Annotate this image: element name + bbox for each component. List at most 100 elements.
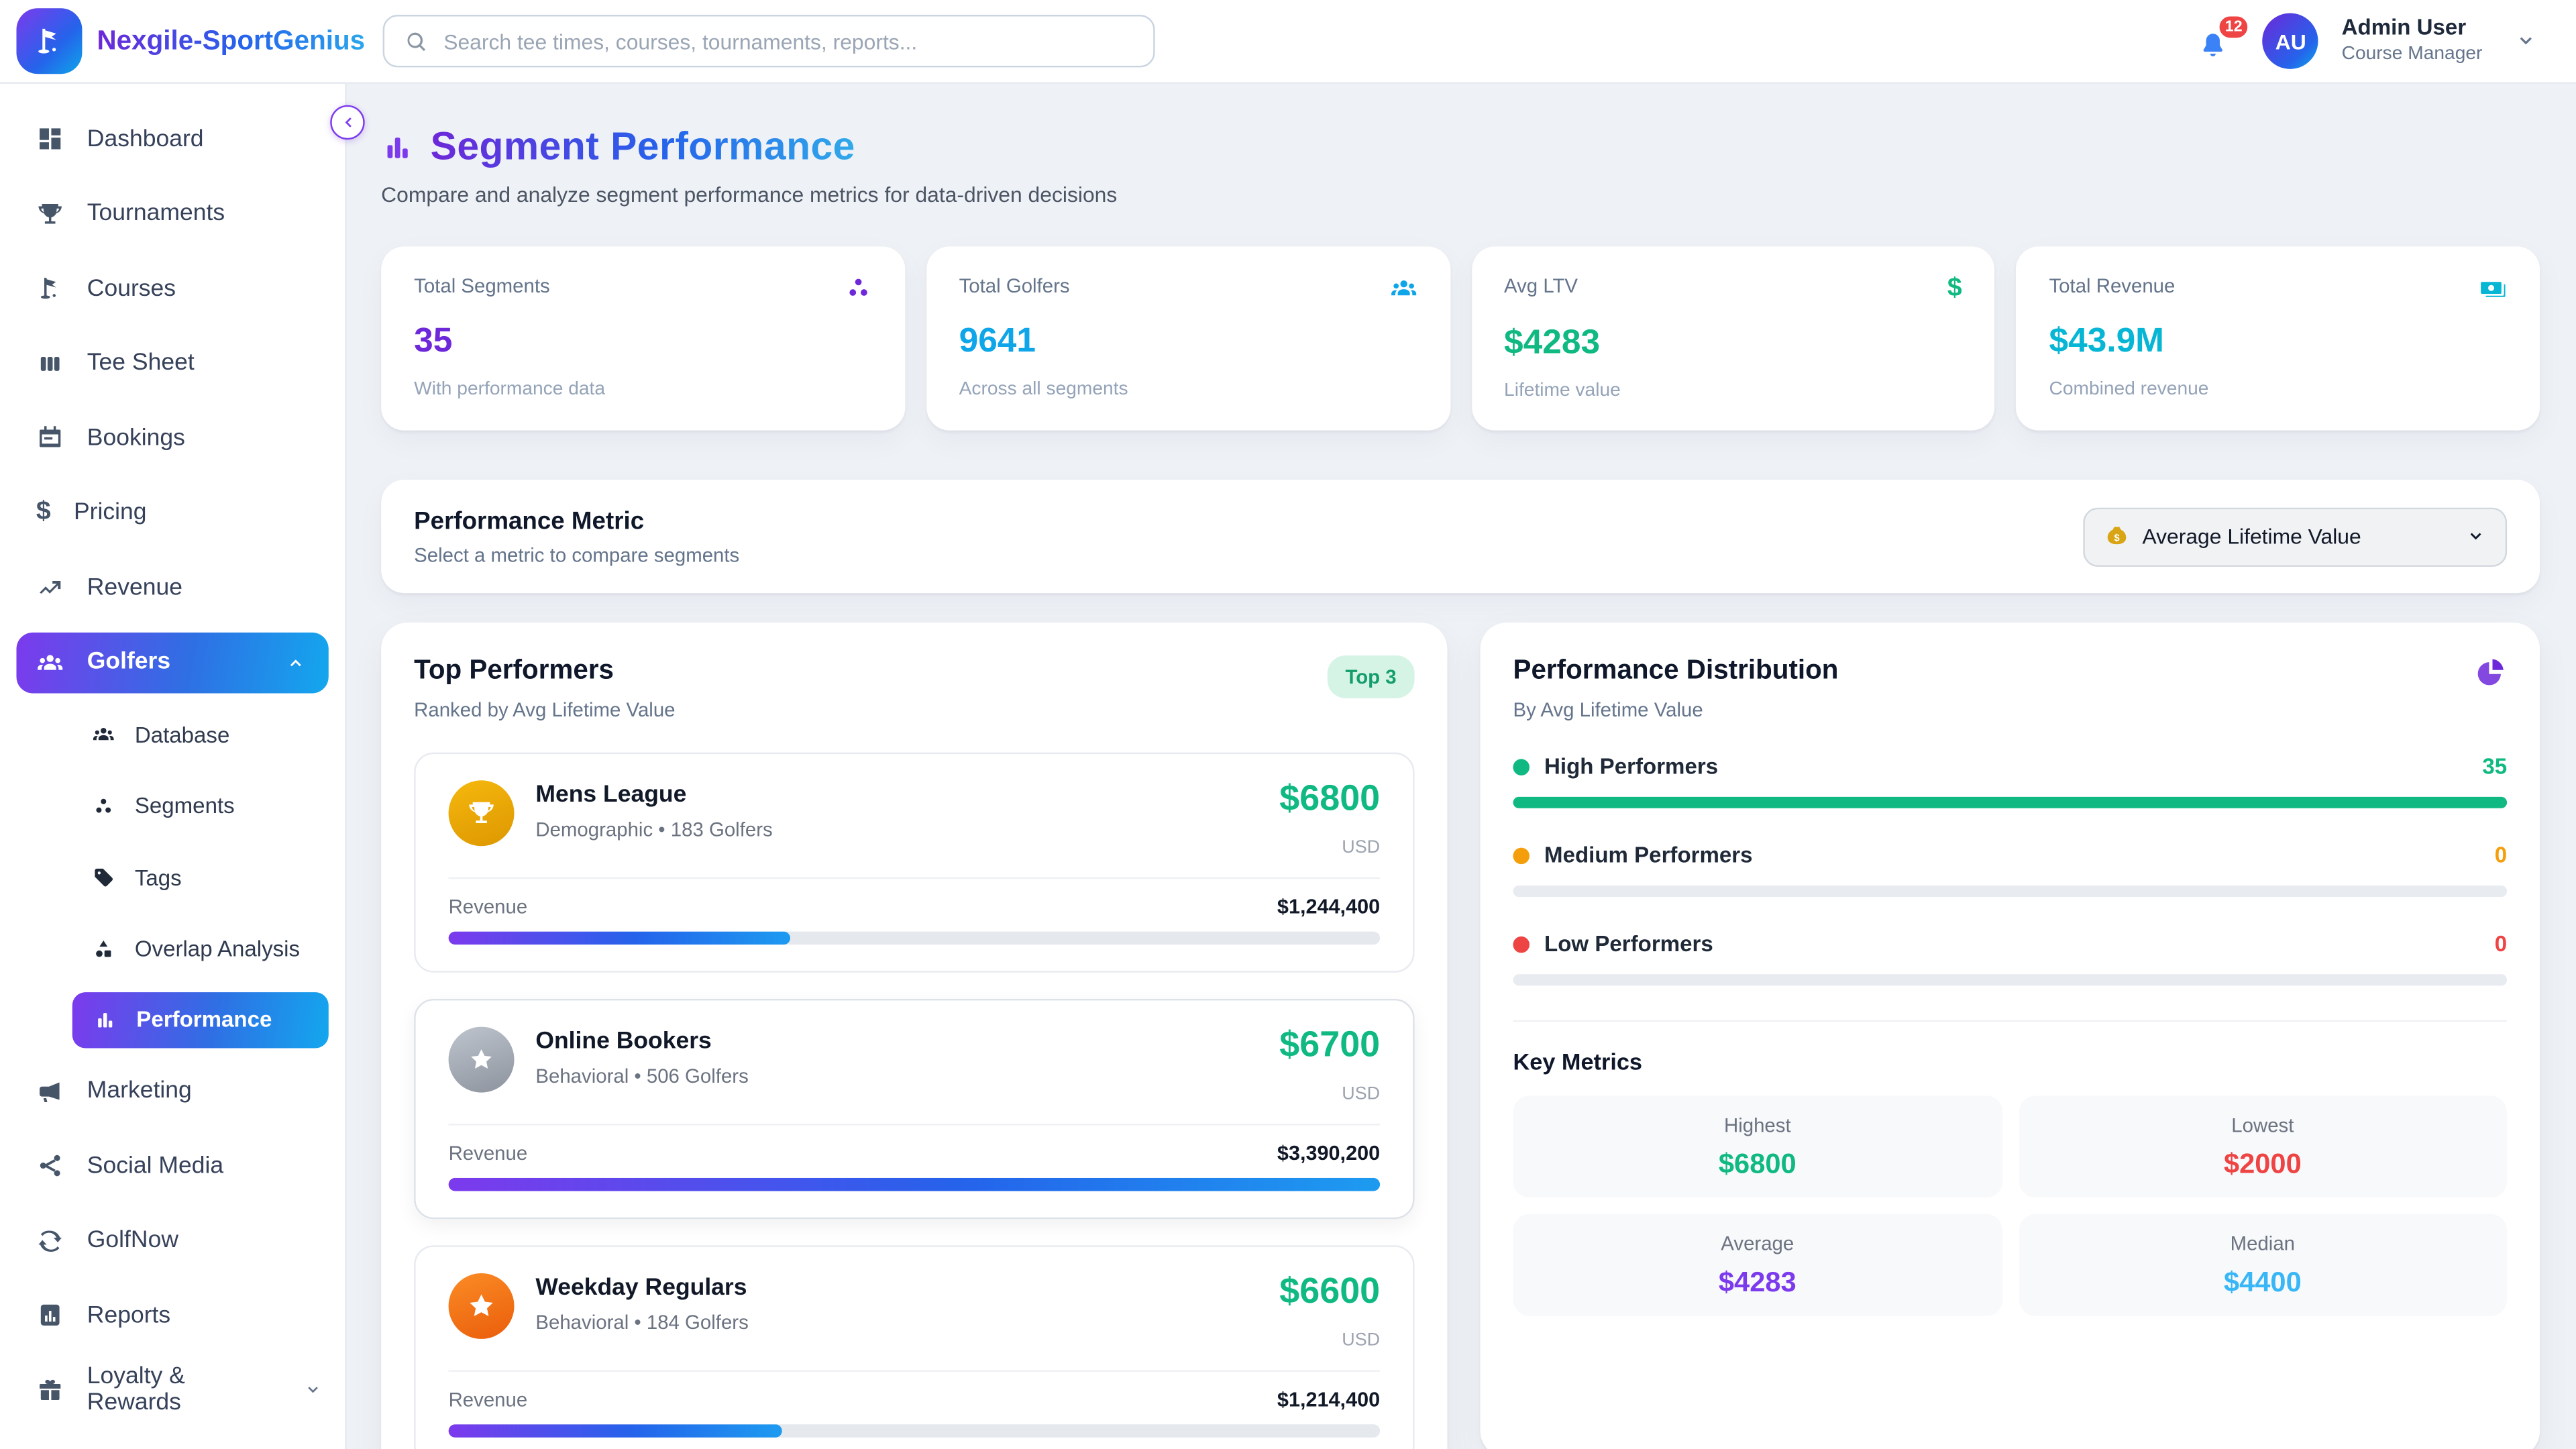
key-metric-value: $4400: [2224, 1266, 2302, 1299]
sidebar-subitem-performance[interactable]: Performance: [72, 991, 329, 1047]
sidebar-subitem-tags[interactable]: Tags: [0, 842, 345, 914]
revenue-progress-fill: [449, 932, 791, 945]
sidebar-item-label: Tee Sheet: [87, 350, 195, 376]
bar-chart-icon: [94, 1008, 117, 1030]
sidebar-item-marketing[interactable]: Marketing: [0, 1054, 345, 1128]
page-subtitle: Compare and analyze segment performance …: [381, 182, 2540, 207]
stat-card-avg-ltv: Avg LTV $ $4283 Lifetime value: [1471, 246, 1995, 430]
gold-trophy-medal-icon: [449, 780, 515, 846]
performer-meta: Behavioral • 506 Golfers: [535, 1065, 748, 1087]
sidebar-item-loyalty-rewards[interactable]: Loyalty & Rewards: [0, 1353, 345, 1428]
top3-badge: Top 3: [1328, 655, 1415, 698]
sidebar: Dashboard Tournaments Courses Tee Sheet …: [0, 84, 347, 1449]
search-input[interactable]: [443, 29, 1134, 54]
distribution-label: Medium Performers: [1544, 843, 1753, 867]
sidebar-item-reports[interactable]: Reports: [0, 1278, 345, 1352]
sidebar-item-tee-sheet[interactable]: Tee Sheet: [0, 326, 345, 400]
key-metric-value: $4283: [1719, 1266, 1796, 1299]
sidebar-subitem-label: Tags: [135, 865, 182, 890]
users-icon: [1389, 274, 1417, 303]
stat-label: Total Revenue: [2049, 274, 2175, 297]
key-metric-median: Median $4400: [2019, 1214, 2508, 1316]
key-metric-label: Highest: [1724, 1113, 1791, 1136]
stat-label: Avg LTV: [1504, 274, 1578, 297]
distribution-row-high: High Performers 35: [1513, 754, 2508, 808]
stat-card-total-segments: Total Segments 35 With performance data: [381, 246, 905, 430]
revenue-label: Revenue: [449, 1142, 528, 1165]
avatar[interactable]: AU: [2263, 13, 2318, 69]
distribution-fill: [1513, 797, 2508, 808]
share-icon: [36, 1152, 64, 1180]
distribution-value: 0: [2495, 932, 2507, 957]
sidebar-item-label: Bookings: [87, 425, 185, 451]
performer-card-online-bookers[interactable]: Online Bookers Behavioral • 506 Golfers …: [414, 999, 1414, 1219]
performer-card-weekday-regulars[interactable]: Weekday Regulars Behavioral • 184 Golfer…: [414, 1245, 1414, 1449]
performer-name: Mens League: [535, 782, 772, 808]
pie-chart-icon: [2474, 655, 2507, 688]
sidebar-item-dashboard[interactable]: Dashboard: [0, 102, 345, 176]
page-title: Segment Performance: [431, 125, 855, 171]
notifications-button[interactable]: 12: [2197, 16, 2240, 65]
sidebar-subitem-segments[interactable]: Segments: [0, 771, 345, 843]
performer-currency: USD: [1279, 1331, 1380, 1350]
sidebar-item-courses[interactable]: Courses: [0, 252, 345, 326]
cash-icon: [2479, 274, 2508, 303]
chevron-up-icon: [286, 652, 305, 672]
sidebar-item-label: Dashboard: [87, 126, 204, 152]
stat-value: $4283: [1504, 323, 1962, 363]
svg-text:$: $: [2114, 533, 2119, 543]
dollar-icon: $: [36, 498, 51, 528]
sidebar-item-social-media[interactable]: Social Media: [0, 1128, 345, 1203]
sidebar-item-revenue[interactable]: Revenue: [0, 550, 345, 625]
sidebar-item-label: Pricing: [74, 500, 147, 526]
stat-value: $43.9M: [2049, 322, 2507, 362]
sidebar-item-golfers[interactable]: Golfers: [16, 632, 328, 693]
metric-select[interactable]: $ Average Lifetime Value: [2083, 507, 2507, 566]
stat-cards-row: Total Segments 35 With performance data …: [381, 246, 2540, 430]
stat-sub: Combined revenue: [2049, 380, 2507, 399]
distribution-value: 0: [2495, 843, 2507, 867]
stat-sub: With performance data: [414, 380, 872, 399]
calendar-icon: [36, 424, 64, 452]
sidebar-subitem-label: Overlap Analysis: [135, 937, 300, 962]
stat-value: 35: [414, 322, 872, 362]
performance-distribution-panel: Performance Distribution By Avg Lifetime…: [1481, 623, 2540, 1449]
brand-block[interactable]: Nexgile-SportGenius: [0, 8, 347, 74]
sidebar-item-tournaments[interactable]: Tournaments: [0, 176, 345, 251]
sidebar-subitem-overlap-analysis[interactable]: Overlap Analysis: [0, 914, 345, 985]
performer-card-mens-league[interactable]: Mens League Demographic • 183 Golfers $6…: [414, 753, 1414, 973]
performer-value: $6600: [1279, 1270, 1380, 1313]
notification-count-badge: 12: [2217, 13, 2251, 42]
metric-selected-value: Average Lifetime Value: [2142, 524, 2361, 549]
user-menu-chevron-down-icon[interactable]: [2515, 30, 2536, 52]
sync-icon: [36, 1227, 64, 1255]
orange-star-medal-icon: [449, 1273, 515, 1339]
sidebar-collapse-button[interactable]: [330, 105, 364, 140]
top-performers-title: Top Performers: [414, 655, 675, 687]
page-header: Segment Performance: [381, 125, 2540, 171]
revenue-value: $1,214,400: [1277, 1388, 1380, 1411]
distribution-value: 35: [2482, 754, 2507, 779]
sidebar-item-label: GolfNow: [87, 1228, 178, 1254]
performer-currency: USD: [1279, 838, 1380, 857]
revenue-progress-fill: [449, 1424, 782, 1438]
sidebar-subitem-database[interactable]: Database: [0, 699, 345, 771]
global-search[interactable]: [383, 15, 1155, 67]
key-metrics-grid: Highest $6800 Lowest $2000 Average $4283…: [1513, 1095, 2508, 1316]
distribution-row-low: Low Performers 0: [1513, 932, 2508, 986]
sidebar-item-golfnow[interactable]: GolfNow: [0, 1203, 345, 1278]
distribution-track: [1513, 885, 2508, 897]
sidebar-item-label: Courses: [87, 276, 176, 302]
dollar-icon: $: [1947, 274, 1962, 304]
sidebar-item-label: Tournaments: [87, 201, 225, 227]
stat-value: 9641: [959, 322, 1417, 362]
distribution-title: Performance Distribution: [1513, 655, 1839, 687]
performer-value: $6800: [1279, 777, 1380, 820]
key-metric-value: $2000: [2224, 1148, 2302, 1181]
performer-name: Weekday Regulars: [535, 1275, 748, 1301]
sidebar-item-bookings[interactable]: Bookings: [0, 401, 345, 476]
header-right: 12 AU Admin User Course Manager: [2197, 13, 2576, 69]
distribution-label: Low Performers: [1544, 932, 1713, 957]
brand-name: Nexgile-SportGenius: [97, 25, 365, 57]
sidebar-item-pricing[interactable]: $ Pricing: [0, 476, 345, 550]
